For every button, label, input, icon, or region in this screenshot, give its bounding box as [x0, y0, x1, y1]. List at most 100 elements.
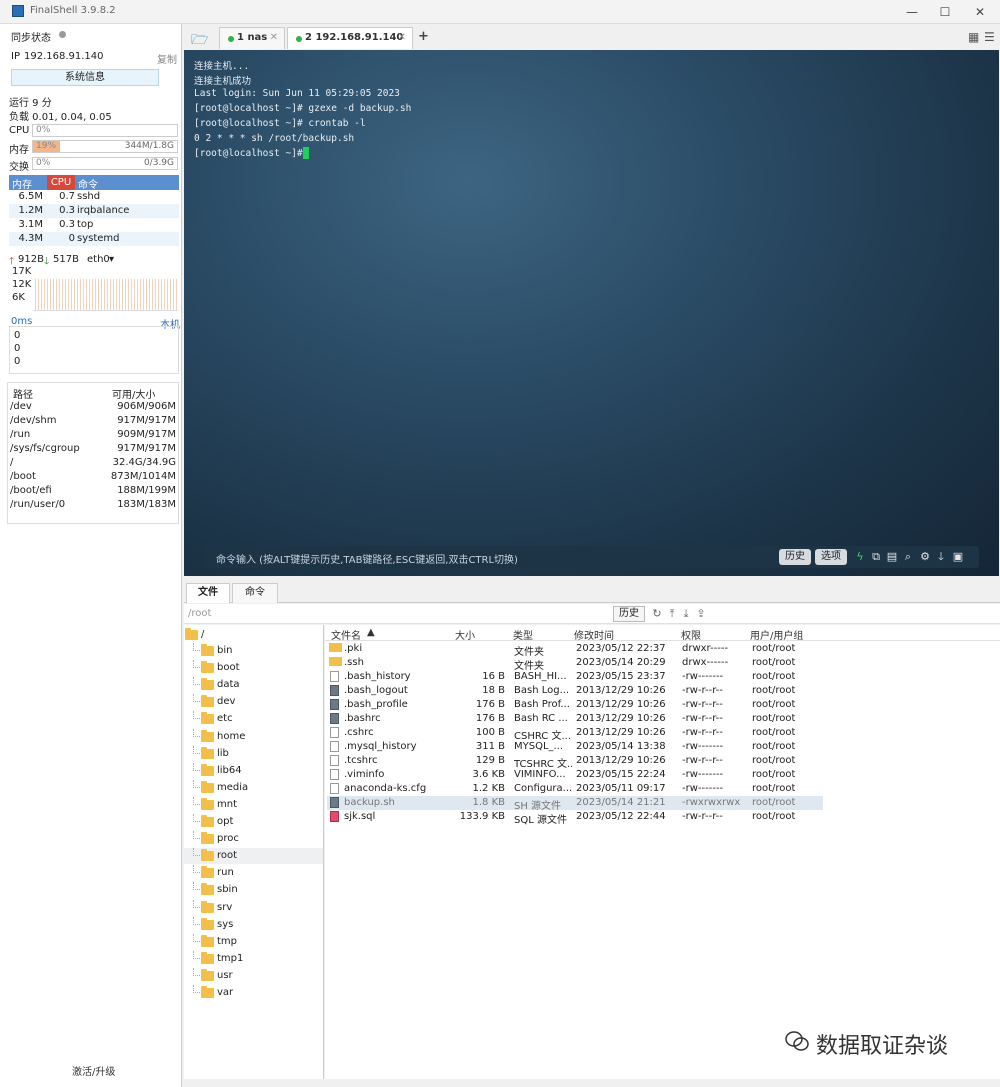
tab-192-168-91-140[interactable]: 2 192.168.91.140 ✕ — [287, 27, 413, 49]
tab-files[interactable]: 文件 — [186, 583, 230, 603]
proc-header-mem[interactable]: 内存 — [12, 176, 32, 191]
tree-node-opt[interactable]: opt — [184, 814, 323, 830]
tree-node-lib[interactable]: lib — [184, 745, 323, 762]
script-file-icon — [330, 797, 339, 808]
col-name[interactable]: 文件名 — [331, 627, 361, 642]
script-file-icon — [330, 713, 339, 724]
close-tab-icon[interactable]: ✕ — [398, 32, 406, 43]
download-icon[interactable]: ⤓ — [680, 607, 692, 621]
tree-node-root[interactable]: root — [184, 848, 323, 865]
file-row[interactable]: .cshrc 100 B CSHRC 文... 2013/12/29 10:26 -rw… — [327, 726, 823, 742]
col-mtime[interactable]: 修改时间 — [574, 627, 614, 642]
disk-size: 917M/917M — [117, 443, 176, 454]
refresh-icon[interactable]: ↻ — [651, 607, 663, 621]
tree-node-proc[interactable]: proc — [184, 831, 323, 847]
minimize-icon[interactable]: — — [897, 3, 927, 21]
file-row[interactable]: .tcshrc 129 B TCSHRC 文... 2013/12/29 10:26-… — [327, 754, 823, 770]
file-row[interactable]: backup.sh 1.8 KB SH 源文件 2023/05/14 21:21 -rw… — [327, 796, 823, 812]
file-row[interactable]: sjk.sql 133.9 KB SQL 源文件 2023/05/12 22:44 -r… — [327, 810, 823, 826]
file-row[interactable]: .mysql_history 311 B MYSQL_... 2023/05/14 1… — [327, 740, 823, 754]
tree-node-home[interactable]: home — [184, 728, 323, 745]
tree-node-dev[interactable]: dev — [184, 694, 323, 710]
tree-node-sbin[interactable]: sbin — [184, 882, 323, 898]
process-row[interactable]: 1.2M 0.3 irqbalance — [9, 204, 179, 218]
close-tab-icon[interactable]: ✕ — [270, 32, 278, 43]
tree-node-boot[interactable]: boot — [184, 660, 323, 676]
path-input[interactable]: /root — [188, 608, 211, 619]
search-icon[interactable]: ⌕ — [902, 550, 914, 563]
tree-node-media[interactable]: media — [184, 779, 323, 796]
gear-icon[interactable]: ⚙ — [919, 550, 931, 563]
proc-header-cmd[interactable]: 命令 — [78, 176, 98, 191]
col-perm[interactable]: 权限 — [681, 627, 701, 642]
terminal-line: 连接主机成功 — [194, 76, 252, 87]
file-row[interactable]: .bash_profile 176 B Bash Prof... 2013/12/29… — [327, 698, 823, 712]
copy-icon[interactable]: ⧉ — [870, 550, 882, 563]
file-row[interactable]: .bashrc 176 B Bash RC ... 2013/12/29 10:26 -… — [327, 712, 823, 726]
folder-icon — [201, 917, 214, 930]
upload-icon[interactable]: ⇪ — [695, 607, 707, 621]
tree-node-mnt[interactable]: mnt — [184, 796, 323, 813]
tree-node-bin[interactable]: bin — [184, 643, 323, 659]
file-row[interactable]: anaconda-ks.cfg 1.2 KB Configura... 2023/05… — [327, 782, 823, 796]
tree-node-srv[interactable]: srv — [184, 899, 323, 916]
tree-node-data[interactable]: data — [184, 677, 323, 693]
directory-tree: / bin boot data dev etc home lib lib64 media mnt o… — [184, 625, 324, 1079]
copy-ip-button[interactable]: 复制 — [157, 51, 177, 66]
disk-row: /dev/shm 917M/917M — [10, 414, 178, 428]
terminal-line: [root@localhost ~]# — [194, 148, 309, 159]
net-interface-select[interactable]: eth0 — [87, 254, 110, 265]
lightning-icon[interactable]: ϟ — [854, 550, 866, 563]
tree-node-tmp1[interactable]: tmp1 — [184, 950, 323, 967]
col-size[interactable]: 大小 — [455, 627, 475, 642]
tree-node-sys[interactable]: sys — [184, 916, 323, 933]
upgrade-link[interactable]: 激活/升级 — [72, 1063, 115, 1078]
window-icon[interactable]: ▣ — [952, 550, 964, 563]
load-average: 负载 0.01, 0.04, 0.05 — [9, 112, 112, 123]
file-row[interactable]: .viminfo 3.6 KB VIMINFO... 2023/05/15 22:24… — [327, 768, 823, 782]
process-row[interactable]: 3.1M 0.3 top — [9, 218, 179, 232]
tree-node-lib64[interactable]: lib64 — [184, 762, 323, 779]
file-perm: drwxr----- — [682, 643, 729, 654]
sort-asc-icon[interactable]: ▲ — [367, 627, 375, 638]
chevron-down-icon[interactable]: ▾ — [109, 254, 114, 265]
tab-commands[interactable]: 命令 — [232, 583, 278, 603]
tab-nas[interactable]: 1 nas ✕ — [219, 27, 285, 49]
system-info-button[interactable]: 系统信息 — [11, 69, 159, 86]
folder-icon — [201, 849, 214, 862]
file-row[interactable]: .pki 文件夹 2023/05/12 22:37 drwxr----- root/ro… — [327, 642, 823, 658]
tree-node-tmp[interactable]: tmp — [184, 933, 323, 950]
menu-icon[interactable]: ☰ — [984, 30, 995, 44]
process-row[interactable]: 4.3M 0 systemd — [9, 232, 179, 246]
network-traffic-chart — [33, 279, 178, 311]
arrow-down-icon[interactable]: 🡓 — [935, 550, 947, 563]
grid-layout-icon[interactable]: ▦ — [968, 30, 979, 44]
file-row[interactable]: .bash_logout 18 B Bash Log... 2013/12/29 10… — [327, 684, 823, 698]
tree-node-etc[interactable]: etc — [184, 711, 323, 727]
maximize-icon[interactable]: ☐ — [930, 3, 960, 21]
config-file-icon — [330, 783, 339, 794]
add-tab-button[interactable]: + — [418, 29, 429, 44]
path-history-button[interactable]: 历史 — [613, 606, 645, 622]
paste-icon[interactable]: ▤ — [886, 550, 898, 563]
process-row[interactable]: 6.5M 0.7 sshd — [9, 190, 179, 204]
tree-line — [193, 796, 200, 805]
terminal[interactable]: 连接主机... 连接主机成功 Last login: Sun Jun 11 05:2… — [184, 50, 999, 576]
proc-header-cpu[interactable]: CPU — [47, 175, 75, 190]
history-button[interactable]: 历史 — [779, 549, 811, 565]
tree-node-root[interactable]: / — [184, 627, 323, 643]
file-row[interactable]: .ssh 文件夹 2023/05/14 20:29 drwx------ root/ro… — [327, 656, 823, 672]
tree-node-usr[interactable]: usr — [184, 967, 323, 984]
up-dir-icon[interactable]: ⤒ — [666, 607, 678, 621]
disk-size: 917M/917M — [117, 415, 176, 426]
file-row[interactable]: .bash_history 16 B BASH_HI... 2023/05/15 23… — [327, 670, 823, 684]
file-type: Bash Log... — [514, 685, 570, 696]
close-icon[interactable]: ✕ — [965, 3, 995, 21]
command-input-bar[interactable]: 命令输入 (按ALT键提示历史,TAB键路径,ESC键返回,双击CTRL切换) … — [204, 546, 979, 568]
tree-node-run[interactable]: run — [184, 865, 323, 881]
file-perm: -rw-r--r-- — [682, 727, 723, 738]
col-type[interactable]: 类型 — [513, 627, 533, 642]
options-button[interactable]: 选项 — [815, 549, 847, 565]
col-owner[interactable]: 用户/用户组 — [750, 627, 803, 642]
tree-node-var[interactable]: var — [184, 985, 323, 1001]
